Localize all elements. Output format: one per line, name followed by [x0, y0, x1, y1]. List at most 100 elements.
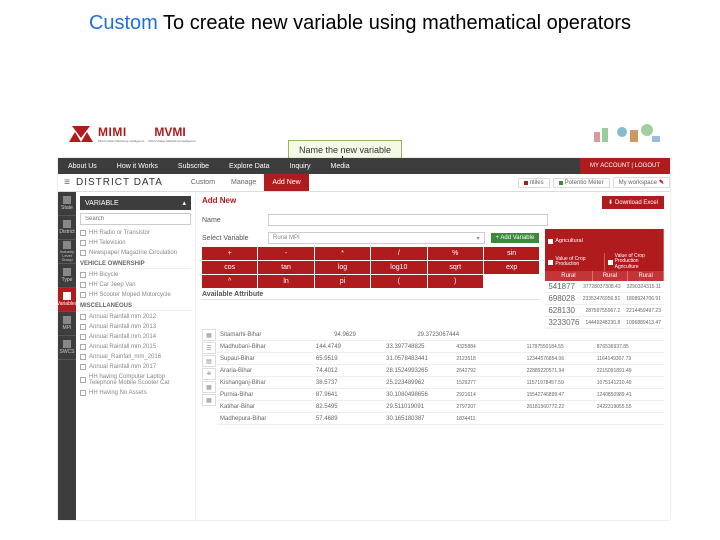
table-cell: 94.9629	[331, 329, 414, 340]
sidebar-item[interactable]: Newspaper Magazine Circulation	[80, 248, 191, 258]
tab-manage[interactable]: Manage	[223, 174, 264, 191]
checkbox[interactable]	[80, 282, 86, 288]
nav-about[interactable]: About Us	[58, 158, 107, 174]
content: Add New ⬇Download Excel Name Select Vari…	[196, 192, 670, 520]
table-cell: 144.4749	[313, 341, 383, 352]
op-sin[interactable]: sin	[484, 247, 539, 260]
checkbox[interactable]	[80, 344, 86, 350]
table-cell: 65.9519	[313, 353, 383, 364]
op-pi[interactable]: pi	[315, 275, 370, 288]
select-variable-dropdown[interactable]: Rural MPI▾	[268, 232, 485, 244]
sidebar-item[interactable]: HH Having No Assets	[80, 388, 191, 398]
table-cell: 12344576854.06	[524, 353, 594, 364]
checkbox[interactable]	[80, 230, 86, 236]
sidebar-item[interactable]: HH Bicycle	[80, 270, 191, 280]
op-log10[interactable]: log10	[371, 261, 426, 274]
nav-account[interactable]: MY ACCOUNT | LOGOUT	[580, 158, 670, 174]
mvmi-logo: MVMI MICA Village Marketing Intelligence	[148, 125, 195, 143]
rail-state[interactable]: State	[58, 192, 76, 216]
op-rp[interactable]: )	[428, 275, 483, 288]
sidebar: VARIABLE▴ HH Radio or Transistor HH Tele…	[76, 192, 196, 520]
checkbox[interactable]	[80, 240, 86, 246]
tab-custom[interactable]: Custom	[183, 174, 223, 191]
row-icon[interactable]: ☰	[202, 342, 216, 354]
rail-district[interactable]: District	[58, 216, 76, 240]
sidebar-item[interactable]: Annual Rainfall mm 2013	[80, 322, 191, 332]
sidebar-item[interactable]: HH Car Jeep Van	[80, 280, 191, 290]
rail-swcs[interactable]: SWCS	[58, 336, 76, 360]
sidebar-item[interactable]: HH Television	[80, 238, 191, 248]
nav-inquiry[interactable]: Inquiry	[280, 158, 321, 174]
title-accent: Custom	[89, 12, 158, 34]
mica-logo-icon	[68, 124, 94, 144]
op-mult[interactable]: *	[315, 247, 370, 260]
sidebar-item[interactable]: Annual_Rainfall_mm_2016	[80, 352, 191, 362]
download-excel-button[interactable]: ⬇Download Excel	[602, 196, 664, 209]
name-input[interactable]	[268, 214, 548, 226]
op-pow[interactable]: ^	[202, 275, 257, 288]
sidebar-item[interactable]: Annual Rainfall mm 2012	[80, 312, 191, 322]
sidebar-item[interactable]: Annual Rainfall mm 2015	[80, 342, 191, 352]
table-cell: 4325884	[453, 341, 523, 352]
checkbox[interactable]	[80, 390, 86, 396]
sidebar-item[interactable]: Annual Rainfall mm 2014	[80, 332, 191, 342]
row-icon[interactable]: ▦	[202, 394, 216, 406]
checkbox[interactable]	[80, 292, 86, 298]
checkbox[interactable]	[80, 354, 86, 360]
op-tan[interactable]: tan	[258, 261, 313, 274]
table-cell: 1075141210.49	[594, 377, 664, 388]
checkbox[interactable]	[80, 324, 86, 330]
chip-workspace[interactable]: My workspace✎	[613, 177, 670, 188]
checkbox[interactable]	[80, 272, 86, 278]
checkbox[interactable]	[80, 334, 86, 340]
sidebar-section: MISCELLANEOUS	[80, 303, 191, 311]
op-exp[interactable]: exp	[484, 261, 539, 274]
table-cell: Madhepura-Bihar	[217, 413, 313, 424]
checkbox[interactable]	[80, 314, 86, 320]
checkbox[interactable]	[80, 364, 86, 370]
table-cell: 2215091891.49	[594, 365, 664, 376]
tab-add-new[interactable]: Add New	[264, 174, 308, 191]
nav-media[interactable]: Media	[321, 158, 360, 174]
row-icon[interactable]: ⎈	[202, 368, 216, 380]
nav-explore[interactable]: Explore Data	[219, 158, 279, 174]
checkbox[interactable]	[80, 250, 86, 256]
checkbox[interactable]	[80, 377, 86, 383]
op-ln[interactable]: ln	[258, 275, 313, 288]
chevron-up-icon[interactable]: ▴	[182, 199, 186, 207]
table-cell: 57.4689	[313, 413, 383, 424]
row-icon[interactable]: ▦	[202, 329, 216, 341]
rail-type[interactable]: Type	[58, 264, 76, 288]
table-cell: 38.5737	[313, 377, 383, 388]
sidebar-item[interactable]: Annual Rainfall mm 2017	[80, 362, 191, 372]
op-cos[interactable]: cos	[202, 261, 257, 274]
nav-subscribe[interactable]: Subscribe	[168, 158, 219, 174]
table-cell: Katihar-Bihar	[217, 401, 313, 412]
op-sqrt[interactable]: sqrt	[428, 261, 483, 274]
chip-ntiles[interactable]: ntiles	[518, 178, 550, 188]
table-cell: 15542746899.47	[524, 389, 594, 400]
rail-variables[interactable]: Variables	[58, 288, 76, 312]
op-minus[interactable]: -	[258, 247, 313, 260]
table-cell	[498, 329, 581, 340]
op-log[interactable]: log	[315, 261, 370, 274]
table-cell: 1529277	[453, 377, 523, 388]
table-cell: Kishanganj-Bihar	[217, 377, 313, 388]
row-icon[interactable]: ▤	[202, 355, 216, 367]
chevron-down-icon: ▾	[477, 235, 480, 242]
rail-industry[interactable]: Industry Level Group	[58, 240, 76, 264]
sidebar-item[interactable]: HH Radio or Transistor	[80, 228, 191, 238]
op-lp[interactable]: (	[371, 275, 426, 288]
add-variable-button[interactable]: + Add Variable	[491, 233, 540, 243]
op-div[interactable]: /	[371, 247, 426, 260]
op-plus[interactable]: +	[202, 247, 257, 260]
op-pct[interactable]: %	[428, 247, 483, 260]
sidebar-item[interactable]: HH having Computer Laptop Telephone Mobi…	[80, 372, 191, 388]
sidebar-item[interactable]: HH Scooter Moped Motorcycle	[80, 290, 191, 300]
row-icon[interactable]: ▦	[202, 381, 216, 393]
search-input[interactable]	[80, 213, 191, 225]
chip-potentio[interactable]: Potentio Meter	[553, 178, 610, 188]
menu-icon[interactable]: ≡	[58, 177, 76, 188]
rail-mpi[interactable]: MPI	[58, 312, 76, 336]
nav-how[interactable]: How it Works	[107, 158, 168, 174]
